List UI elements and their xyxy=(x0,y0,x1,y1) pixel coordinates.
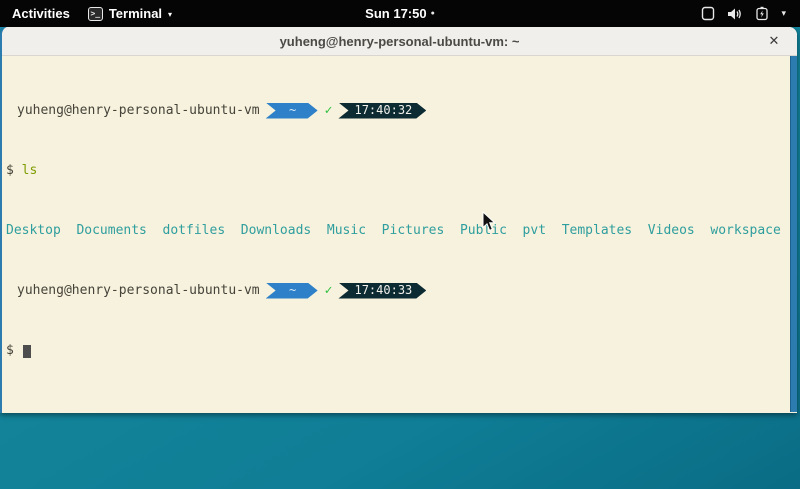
terminal-window: yuheng@henry-personal-ubuntu-vm: ~ ✕ yuh… xyxy=(0,27,797,413)
ls-output: Desktop Documents dotfiles Downloads Mus… xyxy=(6,223,785,238)
desktop: { "topbar": { "activities_label": "Activ… xyxy=(0,0,800,489)
close-button[interactable]: ✕ xyxy=(765,32,783,50)
terminal-screen[interactable]: yuheng@henry-personal-ubuntu-vm ~ ✓ 17:4… xyxy=(2,56,797,412)
window-titlebar[interactable]: yuheng@henry-personal-ubuntu-vm: ~ ✕ xyxy=(2,27,797,56)
prompt-cwd-segment: ~ xyxy=(266,283,318,299)
checkmark-icon: ✓ xyxy=(325,283,333,298)
terminal-scrollbar[interactable] xyxy=(790,56,797,412)
prompt-symbol: $ xyxy=(6,343,14,358)
window-title: yuheng@henry-personal-ubuntu-vm: ~ xyxy=(280,34,520,49)
input-line: $ xyxy=(6,343,785,358)
gnome-top-bar: Activities >_ Terminal ▾ Sun 17:50 ● xyxy=(0,0,800,27)
display-icon xyxy=(701,6,715,21)
prompt-cwd-segment: ~ xyxy=(266,103,318,119)
prompt-time-segment: 17:40:32 xyxy=(338,103,426,119)
app-menu-button[interactable]: >_ Terminal ▾ xyxy=(88,6,172,21)
app-menu-label: Terminal xyxy=(109,6,162,21)
checkmark-icon: ✓ xyxy=(325,103,333,118)
command-text: ls xyxy=(22,163,38,178)
chevron-down-icon: ▾ xyxy=(168,10,172,19)
activities-button[interactable]: Activities xyxy=(12,6,70,21)
text-cursor-block xyxy=(23,345,31,358)
battery-charging-icon xyxy=(755,6,769,21)
prompt-symbol: $ xyxy=(6,163,14,178)
prompt-time-segment: 17:40:33 xyxy=(338,283,426,299)
clock-button[interactable]: Sun 17:50 xyxy=(365,6,426,21)
system-status-area[interactable]: ▾ xyxy=(701,0,800,27)
prompt-line: yuheng@henry-personal-ubuntu-vm ~ ✓ 17:4… xyxy=(6,103,785,118)
prompt-user: yuheng@henry-personal-ubuntu-vm xyxy=(17,283,260,298)
prompt-user: yuheng@henry-personal-ubuntu-vm xyxy=(17,103,260,118)
terminal-app-icon: >_ xyxy=(88,7,103,21)
notification-dot-icon: ● xyxy=(431,10,435,17)
chevron-down-icon: ▾ xyxy=(781,8,786,19)
prompt-line: yuheng@henry-personal-ubuntu-vm ~ ✓ 17:4… xyxy=(6,283,785,298)
command-line: $ ls xyxy=(6,163,785,178)
volume-icon xyxy=(727,7,743,21)
